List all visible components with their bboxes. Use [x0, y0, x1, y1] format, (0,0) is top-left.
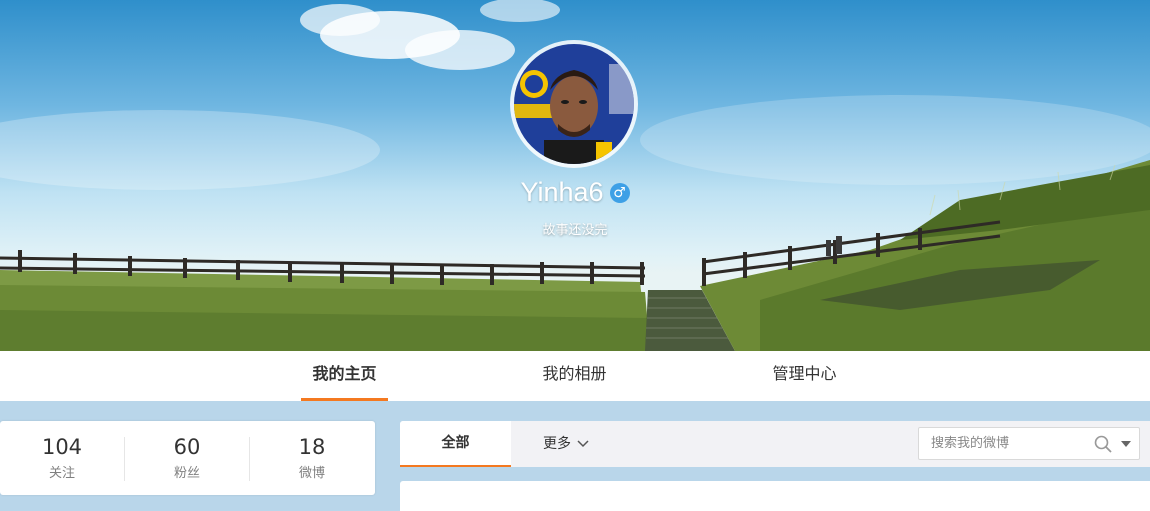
avatar-photo [514, 44, 634, 164]
tab-home-label: 我的主页 [312, 364, 377, 383]
search-icon[interactable] [1094, 435, 1112, 453]
feed-tab-more[interactable]: 更多 [543, 421, 589, 467]
feed-filter-bar: 全部 更多 [400, 421, 1150, 467]
stat-posts-value: 18 [298, 435, 326, 459]
feed-tab-all-label: 全部 [441, 435, 470, 451]
profile-bio: 故事还没完 [542, 223, 608, 238]
feed-tab-more-label: 更多 [543, 436, 571, 452]
stat-following[interactable]: 104 关注 [0, 421, 124, 495]
feed-tab-indicator [400, 465, 511, 467]
active-tab-indicator [301, 398, 388, 401]
cover-image: Yinha6 ♂ 故事还没完 [0, 0, 1150, 351]
feed-content [400, 481, 1150, 511]
stat-followers-value: 60 [173, 435, 201, 459]
search-box [918, 427, 1140, 460]
feed-tab-all[interactable]: 全部 [400, 421, 511, 467]
stat-followers-label: 粉丝 [173, 466, 200, 481]
stat-following-value: 104 [41, 435, 83, 459]
stat-posts[interactable]: 18 微博 [250, 421, 374, 495]
tab-album[interactable]: 我的相册 [531, 351, 618, 401]
profile-tab-bar: 我的主页 我的相册 管理中心 [0, 351, 1150, 401]
stats-card: 104 关注 60 粉丝 18 微博 [0, 421, 375, 495]
stat-followers[interactable]: 60 粉丝 [125, 421, 249, 495]
tab-home[interactable]: 我的主页 [301, 351, 388, 401]
gender-male-icon: ♂ [609, 182, 630, 203]
tab-management[interactable]: 管理中心 [761, 351, 848, 401]
chevron-down-icon [577, 440, 589, 448]
search-input[interactable] [919, 428, 1096, 459]
tab-management-label: 管理中心 [772, 364, 837, 383]
stat-posts-label: 微博 [298, 466, 325, 481]
username: Yinha6 [520, 177, 604, 207]
stat-following-label: 关注 [48, 466, 75, 481]
tab-album-label: 我的相册 [542, 364, 607, 383]
caret-down-icon[interactable] [1121, 441, 1131, 447]
avatar[interactable] [514, 44, 634, 164]
